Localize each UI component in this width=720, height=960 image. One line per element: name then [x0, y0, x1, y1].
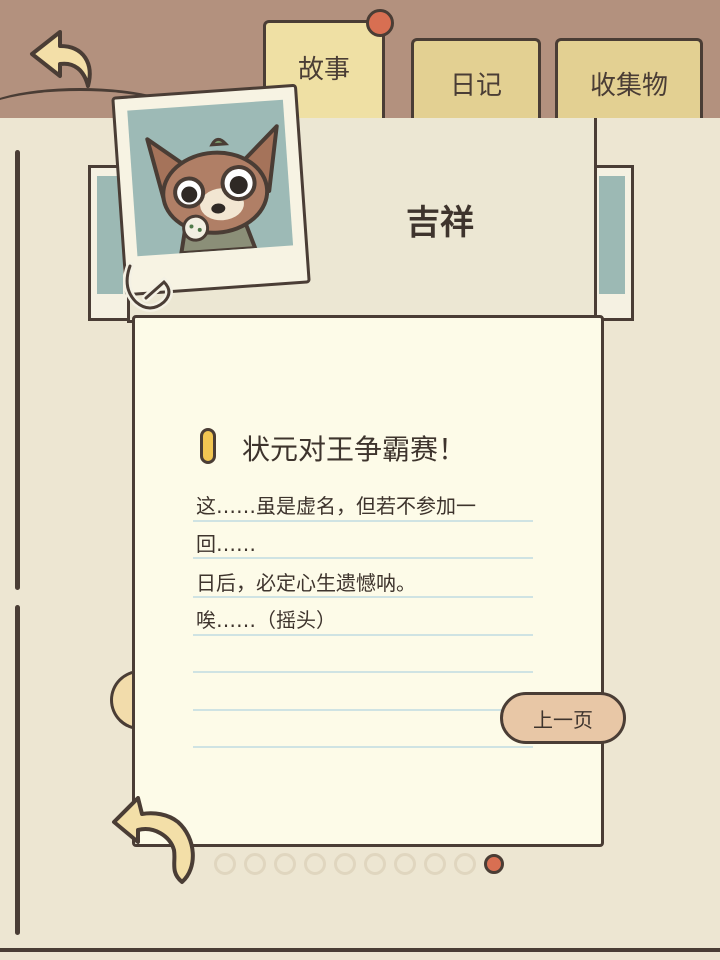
pagination-dot[interactable]	[394, 853, 416, 875]
character-name: 吉祥	[406, 203, 474, 243]
ruled-line	[193, 634, 533, 636]
pagination-dot[interactable]	[304, 853, 326, 875]
tab-story-label: 故事	[297, 55, 350, 85]
dog-portrait-icon	[145, 124, 279, 256]
pin-icon	[366, 9, 394, 37]
note-line-3: 日后，必定心生遗憾呐。	[196, 571, 416, 595]
prev-page-label: 上一页	[533, 707, 593, 732]
pagination-dot[interactable]	[214, 853, 236, 875]
ruled-line	[193, 709, 533, 711]
ruled-line	[193, 596, 533, 598]
book-bottom-edge	[0, 948, 720, 952]
pagination-dot-active[interactable]	[484, 854, 504, 874]
pagination-dot[interactable]	[424, 853, 446, 875]
pagination-dots	[214, 853, 504, 875]
note-title: 状元对王争霸赛！	[242, 433, 467, 466]
note-line-4: 唉……（摇头）	[196, 608, 336, 632]
pagination-dot[interactable]	[364, 853, 386, 875]
note-line-1: 这……虽是虚名，但若不参加一	[196, 494, 476, 518]
pagination-dot[interactable]	[274, 853, 296, 875]
tab-diary[interactable]: 日记	[411, 38, 541, 125]
tab-collectibles-label: 收集物	[589, 70, 668, 101]
pagination-dot[interactable]	[334, 853, 356, 875]
ruled-line	[193, 557, 533, 559]
paperclip-icon	[123, 262, 173, 312]
pagination-dot[interactable]	[454, 853, 476, 875]
book-spine-lower	[15, 605, 20, 935]
ruled-line	[193, 520, 533, 522]
note-line-2: 回……	[196, 532, 256, 556]
title-marker	[200, 428, 216, 464]
bird-icon	[112, 796, 195, 884]
ruled-line	[193, 746, 533, 748]
tab-collectibles[interactable]: 收集物	[555, 38, 703, 125]
tab-diary-label: 日记	[449, 70, 502, 101]
pagination-dot[interactable]	[244, 853, 266, 875]
back-arrow-icon[interactable]	[22, 24, 98, 94]
book-spine	[15, 150, 20, 590]
ruled-line	[193, 671, 533, 673]
prev-page-button[interactable]: 上一页	[500, 692, 626, 744]
